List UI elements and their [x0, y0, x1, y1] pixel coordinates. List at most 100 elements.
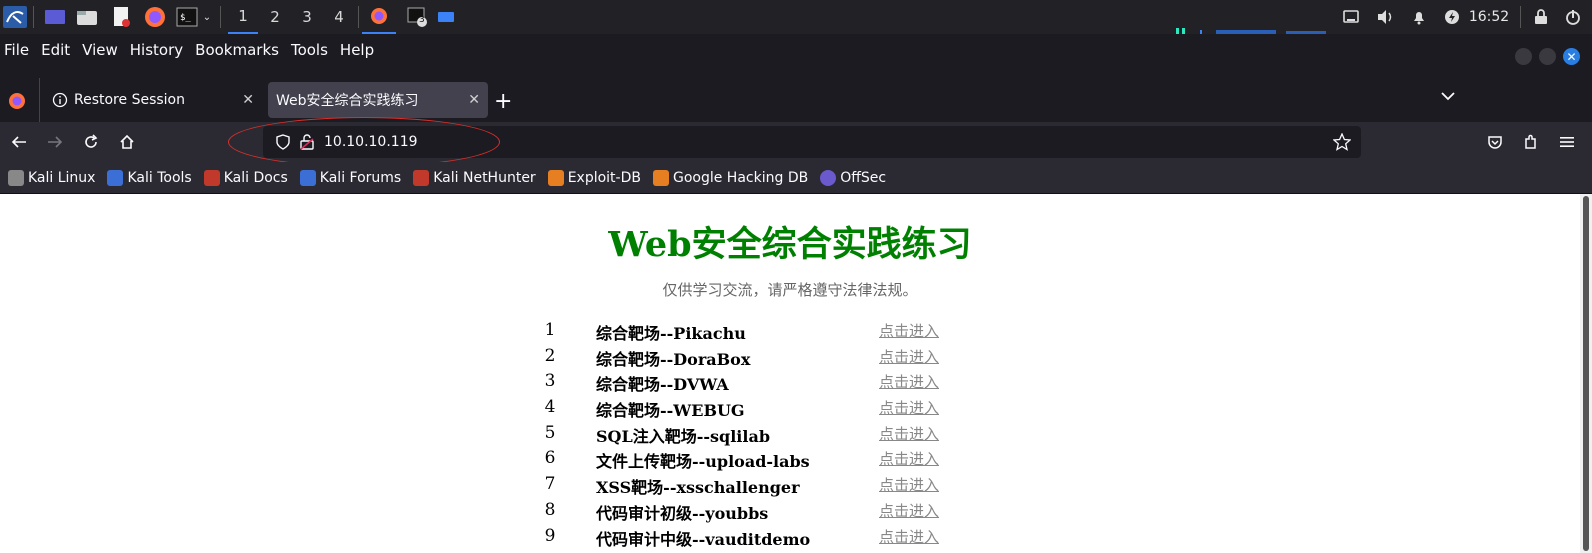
- lab-number: 6: [544, 448, 556, 469]
- enter-lab-link[interactable]: 点击进入: [879, 423, 939, 444]
- lab-name: XSS靶场--xsschallenger: [596, 478, 800, 498]
- enter-lab-link[interactable]: 点击进入: [879, 371, 939, 392]
- menu-bar: File Edit View History Bookmarks Tools H…: [0, 34, 1592, 66]
- app-window-button[interactable]: [436, 0, 456, 34]
- bookmark-label: Google Hacking DB: [672, 169, 809, 186]
- file-manager-icon[interactable]: [74, 0, 100, 34]
- info-icon: [52, 92, 68, 108]
- close-tab-icon[interactable]: ✕: [468, 92, 480, 108]
- text-editor-icon[interactable]: [108, 0, 134, 34]
- lab-name: 代码审计初级--youbbs: [596, 503, 769, 523]
- firefox-launcher-icon[interactable]: [142, 0, 168, 34]
- enter-lab-link[interactable]: 点击进入: [879, 397, 939, 418]
- clock[interactable]: 16:52: [1466, 0, 1512, 34]
- bookmark-kali-nethunter[interactable]: Kali NetHunter: [413, 169, 536, 186]
- desktop-panel: $_ ⌄ 1 2 3 4 3 16:52: [0, 0, 1592, 34]
- terminal-badge: 3: [419, 15, 425, 25]
- bookmark-google-hacking-db[interactable]: Google Hacking DB: [652, 169, 809, 186]
- power-manager-icon[interactable]: [1440, 0, 1464, 34]
- terminal-launcher-icon[interactable]: $_: [174, 0, 200, 34]
- lab-row: 2 综合靶场--DoraBox 点击进入: [540, 346, 960, 372]
- menu-tools[interactable]: Tools: [287, 41, 332, 59]
- bookmark-label: Kali Docs: [223, 169, 288, 186]
- lab-number: 9: [544, 525, 556, 546]
- enter-lab-link[interactable]: 点击进入: [879, 526, 939, 547]
- tab-restore-session[interactable]: Restore Session ✕: [44, 82, 262, 118]
- lab-name: SQL注入靶场--sqlilab: [596, 426, 771, 446]
- pocket-icon[interactable]: [1480, 122, 1510, 162]
- kali-nethunter-icon: [413, 169, 430, 186]
- bookmark-kali-tools[interactable]: Kali Tools: [107, 169, 192, 186]
- menu-help[interactable]: Help: [336, 41, 378, 59]
- workspace-2[interactable]: 2: [260, 0, 290, 34]
- lab-row: 6 文件上传靶场--upload-labs 点击进入: [540, 448, 960, 474]
- annotation-circle: [228, 117, 500, 167]
- menu-bookmarks[interactable]: Bookmarks: [191, 41, 283, 59]
- network-monitor: [1176, 22, 1334, 34]
- bookmarks-toolbar: Kali Linux Kali Tools Kali Docs Kali For…: [0, 162, 1592, 194]
- reload-button[interactable]: [76, 122, 106, 162]
- lab-row: 3 综合靶场--DVWA 点击进入: [540, 371, 960, 397]
- page-title: Web安全综合实践练习: [608, 224, 972, 265]
- home-button[interactable]: [112, 122, 142, 162]
- firefox-view-icon[interactable]: [8, 92, 26, 114]
- page-scrollbar[interactable]: [1580, 194, 1592, 553]
- menu-edit[interactable]: Edit: [37, 41, 74, 59]
- tab-web-security[interactable]: Web安全综合实践练习 ✕: [268, 82, 488, 118]
- forward-button[interactable]: [40, 122, 70, 162]
- maximize-button[interactable]: [1539, 48, 1556, 65]
- enter-lab-link[interactable]: 点击进入: [879, 346, 939, 367]
- logout-icon[interactable]: [1560, 0, 1586, 34]
- lab-name: 综合靶场--DVWA: [596, 375, 729, 395]
- bookmark-offsec[interactable]: OffSec: [820, 169, 886, 186]
- lock-screen-icon[interactable]: [1528, 0, 1554, 34]
- tab-title: Restore Session: [74, 92, 185, 108]
- enter-lab-link[interactable]: 点击进入: [879, 500, 939, 521]
- bookmark-exploit-db[interactable]: Exploit-DB: [547, 169, 641, 186]
- bookmark-star-icon[interactable]: [1332, 132, 1352, 155]
- enter-lab-link[interactable]: 点击进入: [879, 320, 939, 341]
- kali-tools-icon: [107, 169, 124, 186]
- notification-bell-icon[interactable]: [1406, 0, 1432, 34]
- page-subtitle: 仅供学习交流，请严格遵守法律法规。: [662, 281, 918, 299]
- lab-name: 综合靶场--WEBUG: [596, 401, 745, 421]
- show-desktop-icon[interactable]: [42, 0, 68, 34]
- bookmark-label: Kali Forums: [319, 169, 402, 186]
- lab-row: 1 综合靶场--Pikachu 点击进入: [540, 320, 960, 346]
- tab-title: Web安全综合实践练习: [276, 93, 419, 109]
- lab-number: 1: [544, 320, 556, 340]
- minimize-button[interactable]: [1515, 48, 1532, 65]
- menu-file[interactable]: File: [0, 41, 33, 59]
- menu-view[interactable]: View: [78, 41, 122, 59]
- chevron-down-icon[interactable]: ⌄: [200, 0, 214, 34]
- bookmark-kali-docs[interactable]: Kali Docs: [203, 169, 288, 186]
- bookmark-kali-linux[interactable]: Kali Linux: [8, 169, 95, 186]
- display-icon[interactable]: [1338, 0, 1364, 34]
- workspace-3[interactable]: 3: [292, 0, 322, 34]
- back-button[interactable]: [4, 122, 34, 162]
- page-content: Web安全综合实践练习 仅供学习交流，请严格遵守法律法规。 1 综合靶场--Pik…: [0, 194, 1580, 553]
- lab-number: 7: [544, 474, 556, 495]
- list-all-tabs-icon[interactable]: [1440, 90, 1456, 106]
- kali-menu-icon[interactable]: [0, 0, 30, 34]
- lab-name: 综合靶场--DoraBox: [596, 349, 751, 369]
- bookmark-kali-forums[interactable]: Kali Forums: [299, 169, 402, 186]
- workspace-1[interactable]: 1: [228, 0, 258, 34]
- exploit-db-icon: [547, 169, 564, 186]
- close-tab-icon[interactable]: ✕: [242, 92, 254, 108]
- lab-number: 2: [544, 345, 556, 366]
- extensions-icon[interactable]: [1516, 122, 1546, 162]
- scrollbar-thumb[interactable]: [1583, 196, 1589, 551]
- new-tab-button[interactable]: +: [494, 89, 512, 114]
- enter-lab-link[interactable]: 点击进入: [879, 448, 939, 469]
- app-menu-icon[interactable]: [1552, 122, 1582, 162]
- firefox-window-button[interactable]: [362, 0, 396, 34]
- lab-name: 文件上传靶场--upload-labs: [596, 452, 810, 472]
- enter-lab-link[interactable]: 点击进入: [879, 474, 939, 495]
- lab-row: 4 综合靶场--WEBUG 点击进入: [540, 397, 960, 423]
- volume-icon[interactable]: [1372, 0, 1398, 34]
- terminal-window-button[interactable]: 3: [402, 0, 432, 34]
- workspace-4[interactable]: 4: [324, 0, 354, 34]
- menu-history[interactable]: History: [126, 41, 187, 59]
- close-window-button[interactable]: ✕: [1563, 48, 1580, 65]
